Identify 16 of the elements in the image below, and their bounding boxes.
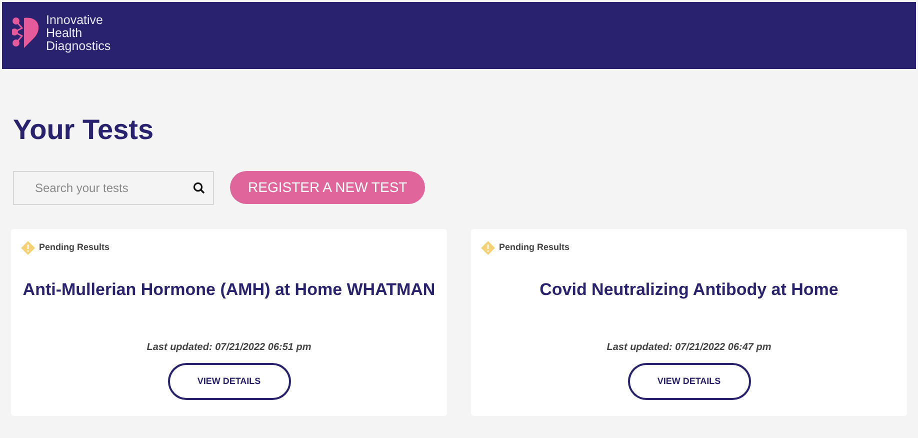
status-label: Pending Results: [39, 240, 110, 254]
warning-icon: [21, 240, 35, 255]
brand-name: Health: [46, 27, 84, 40]
warning-icon: [481, 240, 495, 255]
brand-name: Diagnostics: [46, 40, 111, 53]
test-name: Covid Neutralizing Antibody at Home: [538, 278, 840, 301]
search-icon: [193, 182, 205, 194]
brand-name: Innovative: [46, 14, 104, 27]
test-name: Anti-Mullerian Hormone (AMH) at Home WHATMAN: [22, 278, 436, 301]
view-details-button[interactable]: VIEW DETAILS: [168, 363, 290, 400]
status-label: Pending Results: [499, 240, 570, 254]
search-field[interactable]: Search your tests: [13, 170, 214, 205]
view-details-button[interactable]: VIEW DETAILS: [628, 363, 750, 400]
last-updated: Last updated: 07/21/2022 06:47 pm: [606, 341, 772, 356]
last-updated: Last updated: 07/21/2022 06:51 pm: [146, 341, 312, 356]
page-title: Your Tests: [13, 113, 155, 147]
